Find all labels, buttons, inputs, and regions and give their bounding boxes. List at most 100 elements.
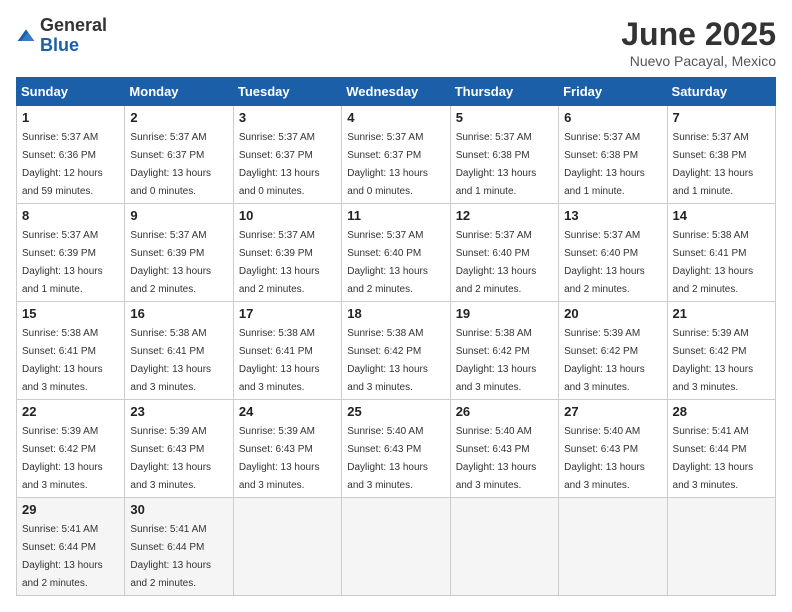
day-info: Sunrise: 5:38 AMSunset: 6:41 PMDaylight:… bbox=[22, 328, 103, 393]
page-header: General Blue June 2025 Nuevo Pacayal, Me… bbox=[16, 16, 776, 69]
logo: General Blue bbox=[16, 16, 107, 56]
day-number: 16 bbox=[130, 306, 227, 321]
day-info: Sunrise: 5:37 AMSunset: 6:39 PMDaylight:… bbox=[239, 230, 320, 295]
title-block: June 2025 Nuevo Pacayal, Mexico bbox=[621, 16, 776, 69]
calendar-week-row: 15 Sunrise: 5:38 AMSunset: 6:41 PMDaylig… bbox=[17, 302, 776, 400]
day-number: 20 bbox=[564, 306, 661, 321]
table-row: 25 Sunrise: 5:40 AMSunset: 6:43 PMDaylig… bbox=[342, 400, 450, 498]
col-tuesday: Tuesday bbox=[233, 78, 341, 106]
day-info: Sunrise: 5:37 AMSunset: 6:38 PMDaylight:… bbox=[564, 132, 645, 197]
day-info: Sunrise: 5:37 AMSunset: 6:36 PMDaylight:… bbox=[22, 132, 103, 197]
day-number: 21 bbox=[673, 306, 770, 321]
calendar-week-row: 1 Sunrise: 5:37 AMSunset: 6:36 PMDayligh… bbox=[17, 106, 776, 204]
table-row: 12 Sunrise: 5:37 AMSunset: 6:40 PMDaylig… bbox=[450, 204, 558, 302]
calendar-week-row: 22 Sunrise: 5:39 AMSunset: 6:42 PMDaylig… bbox=[17, 400, 776, 498]
day-number: 6 bbox=[564, 110, 661, 125]
table-row: 7 Sunrise: 5:37 AMSunset: 6:38 PMDayligh… bbox=[667, 106, 775, 204]
day-info: Sunrise: 5:41 AMSunset: 6:44 PMDaylight:… bbox=[673, 426, 754, 491]
calendar-week-row: 29 Sunrise: 5:41 AMSunset: 6:44 PMDaylig… bbox=[17, 498, 776, 596]
table-row: 21 Sunrise: 5:39 AMSunset: 6:42 PMDaylig… bbox=[667, 302, 775, 400]
table-row bbox=[450, 498, 558, 596]
table-row: 8 Sunrise: 5:37 AMSunset: 6:39 PMDayligh… bbox=[17, 204, 125, 302]
day-info: Sunrise: 5:39 AMSunset: 6:43 PMDaylight:… bbox=[239, 426, 320, 491]
table-row: 4 Sunrise: 5:37 AMSunset: 6:37 PMDayligh… bbox=[342, 106, 450, 204]
col-monday: Monday bbox=[125, 78, 233, 106]
col-sunday: Sunday bbox=[17, 78, 125, 106]
table-row: 5 Sunrise: 5:37 AMSunset: 6:38 PMDayligh… bbox=[450, 106, 558, 204]
table-row: 19 Sunrise: 5:38 AMSunset: 6:42 PMDaylig… bbox=[450, 302, 558, 400]
day-number: 2 bbox=[130, 110, 227, 125]
day-number: 7 bbox=[673, 110, 770, 125]
table-row: 26 Sunrise: 5:40 AMSunset: 6:43 PMDaylig… bbox=[450, 400, 558, 498]
day-info: Sunrise: 5:38 AMSunset: 6:41 PMDaylight:… bbox=[130, 328, 211, 393]
table-row: 20 Sunrise: 5:39 AMSunset: 6:42 PMDaylig… bbox=[559, 302, 667, 400]
day-number: 24 bbox=[239, 404, 336, 419]
table-row: 11 Sunrise: 5:37 AMSunset: 6:40 PMDaylig… bbox=[342, 204, 450, 302]
month-title: June 2025 bbox=[621, 16, 776, 53]
table-row: 6 Sunrise: 5:37 AMSunset: 6:38 PMDayligh… bbox=[559, 106, 667, 204]
col-saturday: Saturday bbox=[667, 78, 775, 106]
day-info: Sunrise: 5:40 AMSunset: 6:43 PMDaylight:… bbox=[456, 426, 537, 491]
table-row: 3 Sunrise: 5:37 AMSunset: 6:37 PMDayligh… bbox=[233, 106, 341, 204]
day-info: Sunrise: 5:39 AMSunset: 6:43 PMDaylight:… bbox=[130, 426, 211, 491]
day-number: 3 bbox=[239, 110, 336, 125]
day-number: 26 bbox=[456, 404, 553, 419]
day-info: Sunrise: 5:38 AMSunset: 6:41 PMDaylight:… bbox=[673, 230, 754, 295]
logo-blue-text: Blue bbox=[40, 36, 107, 56]
day-info: Sunrise: 5:37 AMSunset: 6:37 PMDaylight:… bbox=[347, 132, 428, 197]
day-info: Sunrise: 5:37 AMSunset: 6:37 PMDaylight:… bbox=[239, 132, 320, 197]
day-number: 15 bbox=[22, 306, 119, 321]
day-number: 22 bbox=[22, 404, 119, 419]
col-wednesday: Wednesday bbox=[342, 78, 450, 106]
day-info: Sunrise: 5:37 AMSunset: 6:40 PMDaylight:… bbox=[347, 230, 428, 295]
table-row: 13 Sunrise: 5:37 AMSunset: 6:40 PMDaylig… bbox=[559, 204, 667, 302]
day-number: 27 bbox=[564, 404, 661, 419]
table-row: 16 Sunrise: 5:38 AMSunset: 6:41 PMDaylig… bbox=[125, 302, 233, 400]
day-number: 23 bbox=[130, 404, 227, 419]
day-info: Sunrise: 5:38 AMSunset: 6:42 PMDaylight:… bbox=[456, 328, 537, 393]
table-row: 22 Sunrise: 5:39 AMSunset: 6:42 PMDaylig… bbox=[17, 400, 125, 498]
calendar-table: Sunday Monday Tuesday Wednesday Thursday… bbox=[16, 77, 776, 596]
day-number: 10 bbox=[239, 208, 336, 223]
day-info: Sunrise: 5:39 AMSunset: 6:42 PMDaylight:… bbox=[673, 328, 754, 393]
day-info: Sunrise: 5:37 AMSunset: 6:39 PMDaylight:… bbox=[22, 230, 103, 295]
table-row: 29 Sunrise: 5:41 AMSunset: 6:44 PMDaylig… bbox=[17, 498, 125, 596]
table-row: 15 Sunrise: 5:38 AMSunset: 6:41 PMDaylig… bbox=[17, 302, 125, 400]
day-info: Sunrise: 5:37 AMSunset: 6:38 PMDaylight:… bbox=[673, 132, 754, 197]
day-info: Sunrise: 5:37 AMSunset: 6:40 PMDaylight:… bbox=[456, 230, 537, 295]
day-number: 4 bbox=[347, 110, 444, 125]
table-row: 17 Sunrise: 5:38 AMSunset: 6:41 PMDaylig… bbox=[233, 302, 341, 400]
day-number: 13 bbox=[564, 208, 661, 223]
day-number: 9 bbox=[130, 208, 227, 223]
col-friday: Friday bbox=[559, 78, 667, 106]
table-row: 1 Sunrise: 5:37 AMSunset: 6:36 PMDayligh… bbox=[17, 106, 125, 204]
day-info: Sunrise: 5:39 AMSunset: 6:42 PMDaylight:… bbox=[22, 426, 103, 491]
col-thursday: Thursday bbox=[450, 78, 558, 106]
day-number: 8 bbox=[22, 208, 119, 223]
location-text: Nuevo Pacayal, Mexico bbox=[621, 53, 776, 69]
day-number: 30 bbox=[130, 502, 227, 517]
day-info: Sunrise: 5:37 AMSunset: 6:37 PMDaylight:… bbox=[130, 132, 211, 197]
day-info: Sunrise: 5:38 AMSunset: 6:42 PMDaylight:… bbox=[347, 328, 428, 393]
day-info: Sunrise: 5:37 AMSunset: 6:39 PMDaylight:… bbox=[130, 230, 211, 295]
table-row: 9 Sunrise: 5:37 AMSunset: 6:39 PMDayligh… bbox=[125, 204, 233, 302]
day-number: 28 bbox=[673, 404, 770, 419]
table-row: 24 Sunrise: 5:39 AMSunset: 6:43 PMDaylig… bbox=[233, 400, 341, 498]
day-info: Sunrise: 5:37 AMSunset: 6:40 PMDaylight:… bbox=[564, 230, 645, 295]
day-info: Sunrise: 5:39 AMSunset: 6:42 PMDaylight:… bbox=[564, 328, 645, 393]
day-info: Sunrise: 5:40 AMSunset: 6:43 PMDaylight:… bbox=[347, 426, 428, 491]
day-info: Sunrise: 5:41 AMSunset: 6:44 PMDaylight:… bbox=[22, 524, 103, 589]
table-row: 27 Sunrise: 5:40 AMSunset: 6:43 PMDaylig… bbox=[559, 400, 667, 498]
table-row bbox=[667, 498, 775, 596]
day-number: 17 bbox=[239, 306, 336, 321]
calendar-week-row: 8 Sunrise: 5:37 AMSunset: 6:39 PMDayligh… bbox=[17, 204, 776, 302]
logo-general-text: General bbox=[40, 16, 107, 36]
table-row: 23 Sunrise: 5:39 AMSunset: 6:43 PMDaylig… bbox=[125, 400, 233, 498]
day-number: 12 bbox=[456, 208, 553, 223]
table-row: 2 Sunrise: 5:37 AMSunset: 6:37 PMDayligh… bbox=[125, 106, 233, 204]
logo-icon bbox=[16, 26, 36, 46]
day-number: 18 bbox=[347, 306, 444, 321]
day-number: 11 bbox=[347, 208, 444, 223]
day-info: Sunrise: 5:37 AMSunset: 6:38 PMDaylight:… bbox=[456, 132, 537, 197]
table-row bbox=[342, 498, 450, 596]
